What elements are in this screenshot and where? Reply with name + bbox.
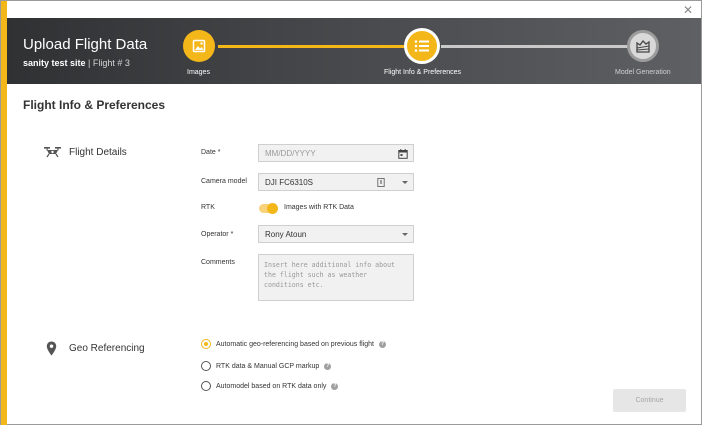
step-label-model-generation: Model Generation [615,69,671,76]
drone-icon [44,147,61,158]
step-images[interactable] [183,30,215,62]
radio-button[interactable] [201,361,211,371]
map-pin-icon [46,341,57,356]
dialog-title: Upload Flight Data [23,36,148,53]
geo-referencing-heading: Geo Referencing [46,341,145,356]
camera-select[interactable]: DJI FC6310S [258,173,414,191]
site-name: sanity test site [23,58,86,68]
rtk-toggle-text: Images with RTK Data [284,204,354,211]
help-icon[interactable]: ? [324,362,332,370]
camera-label: Camera model [201,178,247,185]
progress-line-done [218,45,418,48]
toggle-knob [267,203,278,214]
radio-button[interactable] [201,381,211,391]
rtk-label: RTK [201,204,215,211]
geo-option-label: Automatic geo-referencing based on previ… [216,340,374,348]
chevron-down-icon[interactable] [402,181,408,184]
operator-value: Rony Atoun [265,229,307,239]
upload-dialog: ✕ Upload Flight Data sanity test site | … [0,0,702,425]
camera-info-icon [377,178,385,187]
flight-details-label: Flight Details [69,146,127,158]
comments-placeholder: Insert here additional info about the fl… [264,261,396,289]
chevron-down-icon[interactable] [402,233,408,236]
geo-option-label: Automodel based on RTK data only [216,382,327,390]
close-icon[interactable]: ✕ [683,4,693,16]
model-icon [636,40,650,53]
progress-line-pending [441,45,641,48]
date-field[interactable]: MM/DD/YYYY [258,144,414,162]
calendar-icon[interactable] [398,149,408,159]
geo-option-rtk-manual-gcp[interactable]: RTK data & Manual GCP markup ? [201,361,332,371]
image-icon [192,39,206,53]
operator-select[interactable]: Rony Atoun [258,225,414,243]
comments-textarea[interactable]: Insert here additional info about the fl… [258,254,414,301]
geo-option-rtk-only[interactable]: Automodel based on RTK data only ? [201,381,339,391]
help-icon[interactable]: ? [378,340,386,348]
step-model-generation[interactable] [627,30,659,62]
date-label: Date * [201,149,221,156]
flight-details-heading: Flight Details [44,146,127,158]
step-label-flight-info: Flight Info & Preferences [384,69,462,76]
flight-number: | Flight # 3 [88,58,130,68]
help-icon[interactable]: ? [331,382,339,390]
list-icon [414,40,429,52]
geo-option-label: RTK data & Manual GCP markup [216,362,320,370]
radio-button[interactable] [201,339,211,349]
camera-value: DJI FC6310S [265,177,314,187]
continue-button[interactable]: Continue [613,389,686,412]
wizard-header: Upload Flight Data sanity test site | Fl… [7,18,701,84]
geo-option-automatic[interactable]: Automatic geo-referencing based on previ… [201,339,386,349]
date-placeholder: MM/DD/YYYY [265,148,316,158]
comments-label: Comments [201,259,235,266]
rtk-toggle[interactable] [259,203,278,214]
step-label-images: Images [187,69,210,76]
flight-subtitle: sanity test site | Flight # 3 [23,58,130,68]
step-flight-info[interactable] [404,28,440,64]
geo-referencing-label: Geo Referencing [69,343,145,354]
operator-label: Operator * [201,231,234,238]
page-title: Flight Info & Preferences [23,98,166,112]
